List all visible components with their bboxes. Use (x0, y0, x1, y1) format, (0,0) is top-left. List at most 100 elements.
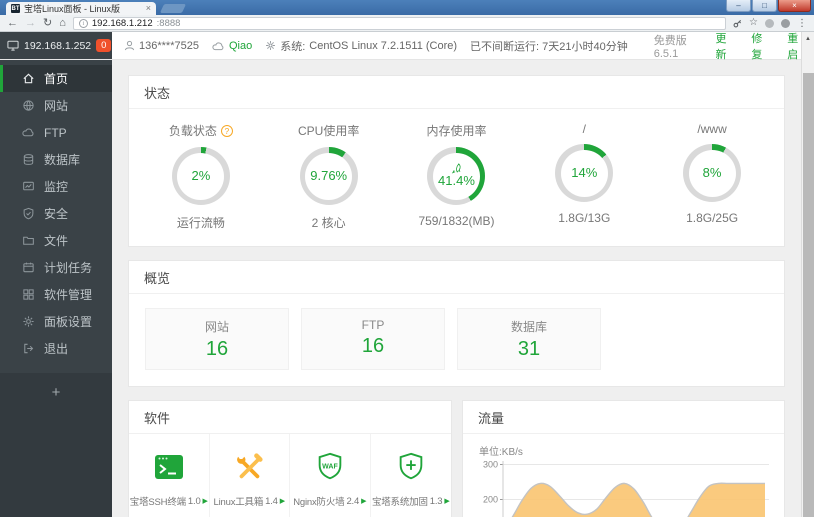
sidebar-item-label: 面板设置 (44, 315, 93, 329)
sidebar-item-website[interactable]: 网站 (0, 92, 112, 119)
home-icon[interactable]: ⌂ (59, 17, 66, 29)
overview-box-ftp[interactable]: FTP 16 (301, 308, 445, 370)
browser-menu-icon[interactable]: ⋮ (797, 18, 807, 29)
globe-icon (22, 99, 35, 112)
system-info: 系统: CentOS Linux 7.2.1511 (Core) (265, 38, 457, 54)
tab-close-icon[interactable]: × (146, 4, 151, 13)
window-close-button[interactable]: × (778, 0, 811, 12)
sidebar-item-software[interactable]: 软件管理 (0, 281, 112, 308)
play-icon[interactable]: ▶ (280, 497, 285, 505)
gauge-title: CPU使用率 (298, 124, 360, 138)
play-icon[interactable]: ▶ (361, 497, 366, 505)
page-info-icon[interactable]: i (78, 18, 88, 28)
overview-box-database[interactable]: 数据库 31 (457, 308, 601, 370)
gauge-disk-www: /www 8% 1.8G/25G (649, 122, 775, 231)
software-item-linux-toolbox[interactable]: Linux工具箱 1.4 ▶ (210, 434, 290, 517)
play-icon[interactable]: ▶ (203, 497, 208, 505)
help-icon[interactable]: ? (220, 124, 233, 137)
software-item-ssh-terminal[interactable]: 宝塔SSH终端 1.0 ▶ (129, 434, 210, 517)
gauge-value: 9.76% (310, 167, 348, 183)
sidebar-item-label: 文件 (44, 234, 69, 248)
status-panel: 状态 负载状态? 2% 运行流畅 CPU使用率 9.76% 2 核心 内存使用率… (128, 75, 785, 247)
sidebar-item-logout[interactable]: 退出 (0, 335, 112, 362)
gauge-title: 负载状态 (168, 124, 217, 138)
software-name: 宝塔系统加固 (371, 497, 428, 508)
play-icon[interactable]: ▶ (444, 497, 449, 505)
sidebar-item-cron[interactable]: 计划任务 (0, 254, 112, 281)
gauge-load: 负载状态? 2% 运行流畅 (138, 122, 264, 231)
version-label: 免费版 6.5.1 (653, 34, 687, 60)
overview-panel-title: 概览 (129, 261, 784, 294)
user-icon (124, 40, 135, 51)
svg-text:300: 300 (483, 461, 498, 470)
new-tab-button[interactable] (159, 4, 187, 13)
window-minimize-button[interactable]: – (726, 0, 751, 12)
folder-icon (22, 234, 35, 247)
account-name[interactable]: Qiao (212, 40, 252, 52)
uptime-text: 已不间断运行: 7天21小时40分钟 (470, 40, 628, 53)
software-version: 1.3 (429, 495, 443, 507)
load-donut: 2% (171, 147, 230, 205)
database-icon (22, 153, 35, 166)
extension-icon[interactable] (781, 18, 790, 28)
extension-icon[interactable] (765, 18, 774, 28)
bookmark-star-icon[interactable]: ☆ (749, 18, 758, 28)
main-content: 状态 负载状态? 2% 运行流畅 CPU使用率 9.76% 2 核心 内存使用率… (112, 60, 801, 517)
gauge-value: 41.4% (438, 173, 475, 189)
cloud-icon (22, 126, 35, 139)
sidebar-item-label: 数据库 (44, 153, 81, 167)
sidebar-item-files[interactable]: 文件 (0, 227, 112, 254)
overview-count: 31 (517, 338, 541, 360)
account-label: Qiao (228, 39, 253, 52)
software-name: Linux工具箱 (213, 497, 264, 508)
browser-tabstrip: BT 宝塔Linux面板 - Linux版 × – □ × (0, 0, 814, 15)
sidebar-item-ftp[interactable]: FTP (0, 119, 112, 146)
repair-link[interactable]: 修复 (751, 30, 766, 62)
traffic-panel-title: 流量 (463, 401, 784, 434)
software-item-nginx-firewall[interactable]: WAF Nginx防火墙 2.4 ▶ (290, 434, 371, 517)
gauge-value: 8% (702, 164, 722, 180)
sidebar-item-home[interactable]: 首页 (0, 65, 112, 92)
reload-icon[interactable]: ↻ (43, 17, 52, 29)
server-block[interactable]: 192.168.1.252 0 (0, 32, 112, 59)
panel-topbar: 192.168.1.252 0 136****7525 Qiao 系统: Cen… (0, 30, 814, 62)
browser-tab[interactable]: BT 宝塔Linux面板 - Linux版 × (6, 2, 156, 15)
account-phone[interactable]: 136****7525 (124, 40, 199, 52)
software-version: 1.4 (265, 495, 278, 507)
sidebar: 首页 网站 FTP 数据库 监控 安全 文件 计划任务 软件管理 面板设置 退出… (0, 60, 112, 517)
sidebar-item-label: 退出 (44, 342, 69, 356)
gauge-value: 2% (191, 167, 211, 183)
address-bar[interactable]: i 192.168.1.212:8888 (72, 16, 727, 30)
sidebar-item-settings[interactable]: 面板设置 (0, 308, 112, 335)
gauge-disk-root: / 14% 1.8G/13G (521, 122, 647, 231)
shield-icon (22, 207, 35, 220)
sidebar-item-monitor[interactable]: 监控 (0, 173, 112, 200)
logout-icon (22, 342, 35, 355)
gauge-sub: 1.8G/25G (686, 211, 739, 225)
sidebar-item-security[interactable]: 安全 (0, 200, 112, 227)
overview-panel: 概览 网站 16 FTP 16 数据库 31 (128, 260, 785, 387)
status-panel-title: 状态 (129, 76, 784, 109)
forward-icon[interactable]: → (25, 17, 36, 29)
update-link[interactable]: 更新 (716, 30, 731, 62)
protocol-handler-icon[interactable] (733, 19, 742, 28)
scrollbar-thumb[interactable] (803, 73, 814, 517)
back-icon[interactable]: ← (7, 17, 18, 29)
overview-label: 网站 (204, 320, 229, 334)
message-count-badge[interactable]: 0 (96, 39, 112, 52)
sidebar-add-button[interactable]: + (0, 373, 112, 517)
overview-box-sites[interactable]: 网站 16 (145, 308, 289, 370)
gear-icon (265, 40, 276, 51)
page-scrollbar[interactable]: ▲ (801, 32, 814, 517)
restart-link[interactable]: 重启 (787, 30, 802, 62)
shield-plus-icon (395, 451, 427, 483)
software-item-system-hardening[interactable]: 宝塔系统加固 1.3 ▶ (371, 434, 452, 517)
scrollbar-up-icon[interactable]: ▲ (802, 32, 814, 45)
sidebar-item-label: 计划任务 (44, 261, 93, 275)
software-name: Nginx防火墙 (293, 497, 345, 508)
sidebar-item-database[interactable]: 数据库 (0, 146, 112, 173)
memory-donut: 41.4% (427, 147, 486, 205)
window-maximize-button[interactable]: □ (752, 0, 777, 12)
calendar-icon (22, 261, 35, 274)
browser-toolbar: ← → ↻ ⌂ i 192.168.1.212:8888 ☆ ⋮ (0, 15, 814, 32)
